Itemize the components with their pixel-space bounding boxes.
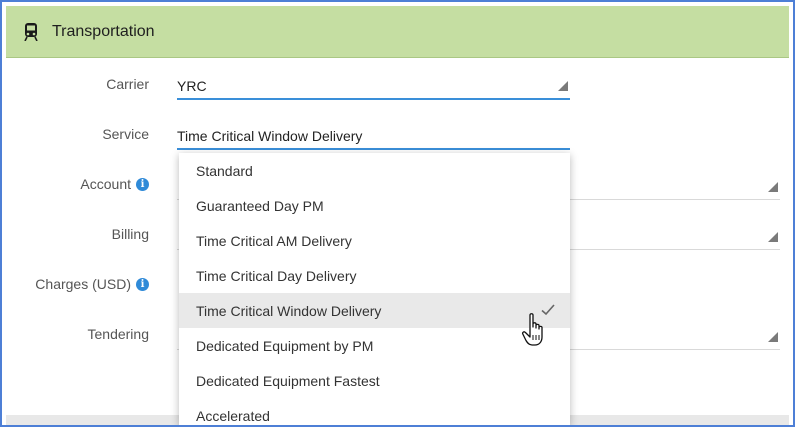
info-icon[interactable]: i: [136, 277, 149, 291]
carrier-label: Carrier: [2, 76, 149, 92]
billing-label-text: Billing: [111, 226, 149, 242]
option-label: Accelerated: [196, 407, 270, 424]
chevron-down-icon: [768, 232, 778, 242]
info-icon[interactable]: i: [136, 177, 149, 191]
account-label: Account i: [2, 176, 149, 192]
option-label: Time Critical Day Delivery: [196, 267, 357, 284]
option-label: Guaranteed Day PM: [196, 197, 324, 214]
service-label-text: Service: [102, 126, 149, 142]
option-label: Time Critical AM Delivery: [196, 232, 352, 249]
option-label: Dedicated Equipment Fastest: [196, 372, 380, 389]
charges-label-text: Charges (USD): [35, 276, 131, 292]
option-label: Time Critical Window Delivery: [196, 302, 382, 319]
panel-title: Transportation: [52, 23, 155, 40]
dropdown-option[interactable]: Guaranteed Day PM: [179, 188, 570, 223]
service-label: Service: [2, 126, 149, 142]
chevron-down-icon: [768, 332, 778, 342]
dropdown-option[interactable]: Accelerated: [179, 398, 570, 425]
option-label: Standard: [196, 162, 253, 179]
hand-cursor-icon: [521, 313, 543, 346]
tendering-label: Tendering: [2, 326, 150, 342]
carrier-label-text: Carrier: [106, 76, 149, 92]
billing-label: Billing: [2, 226, 149, 242]
dropdown-option-selected[interactable]: Time Critical Window Delivery: [179, 293, 570, 328]
carrier-value: YRC: [177, 78, 207, 94]
account-label-text: Account: [80, 176, 131, 192]
service-value: Time Critical Window Delivery: [177, 128, 363, 144]
tendering-label-text: Tendering: [87, 326, 150, 342]
dropdown-option[interactable]: Dedicated Equipment Fastest: [179, 363, 570, 398]
service-select[interactable]: Time Critical Window Delivery: [177, 124, 570, 150]
dropdown-option[interactable]: Time Critical Day Delivery: [179, 258, 570, 293]
chevron-down-icon: [768, 182, 778, 192]
service-dropdown-list: Standard Guaranteed Day PM Time Critical…: [179, 153, 570, 425]
charges-label: Charges (USD) i: [2, 276, 149, 292]
dropdown-option[interactable]: Dedicated Equipment by PM: [179, 328, 570, 363]
chevron-down-icon: [558, 81, 568, 91]
transportation-panel: Transportation Carrier YRC Service Time …: [0, 0, 795, 427]
train-icon: [24, 23, 38, 41]
panel-header: Transportation: [6, 6, 789, 58]
dropdown-option[interactable]: Time Critical AM Delivery: [179, 223, 570, 258]
dropdown-option[interactable]: Standard: [179, 153, 570, 188]
option-label: Dedicated Equipment by PM: [196, 337, 374, 354]
carrier-select[interactable]: YRC: [177, 74, 570, 100]
